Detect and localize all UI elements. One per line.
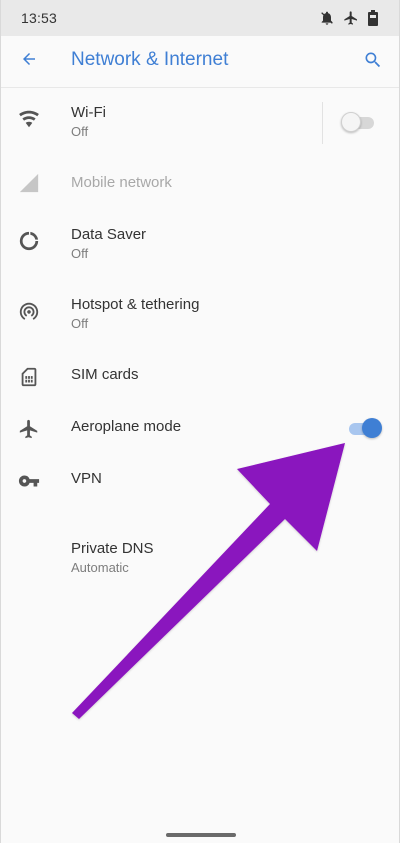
mobile-network-text: Mobile network	[71, 174, 172, 192]
status-icons	[319, 9, 379, 27]
wifi-title: Wi-Fi	[71, 104, 106, 121]
setting-row-private-dns[interactable]: Private DNS Automatic	[1, 524, 399, 594]
data-saver-text: Data Saver Off	[71, 226, 146, 262]
hotspot-icon	[1, 280, 57, 322]
cellular-signal-icon	[1, 158, 57, 194]
mobile-network-title: Mobile network	[71, 174, 172, 191]
airplane-icon	[1, 402, 57, 440]
aeroplane-mode-text: Aeroplane mode	[71, 418, 181, 436]
data-saver-title: Data Saver	[71, 226, 147, 243]
private-dns-title: Private DNS	[71, 540, 154, 557]
status-time: 13:53	[21, 10, 58, 26]
private-dns-subtitle: Automatic	[71, 560, 129, 575]
data-saver-icon	[1, 210, 57, 252]
setting-row-sim-cards[interactable]: SIM cards	[1, 350, 399, 402]
airplane-icon	[343, 10, 359, 26]
hotspot-text: Hotspot & tethering Off	[71, 296, 199, 332]
aeroplane-toggle-thumb	[362, 418, 382, 438]
search-button[interactable]	[357, 46, 389, 78]
wifi-toggle[interactable]	[341, 112, 377, 132]
setting-row-aeroplane-mode[interactable]: Aeroplane mode	[1, 402, 399, 454]
bell-off-icon	[319, 10, 335, 26]
hotspot-subtitle: Off	[71, 316, 89, 331]
aeroplane-mode-toggle[interactable]	[346, 418, 382, 438]
setting-row-mobile-network[interactable]: Mobile network	[1, 158, 399, 210]
app-bar: Network & Internet	[1, 36, 399, 88]
back-button[interactable]	[1, 36, 57, 88]
hotspot-title: Hotspot & tethering	[71, 296, 200, 313]
setting-row-wifi[interactable]: Wi-Fi Off	[1, 88, 399, 158]
setting-row-vpn[interactable]: VPN	[1, 454, 399, 506]
page-title: Network & Internet	[71, 49, 229, 70]
setting-row-data-saver[interactable]: Data Saver Off	[1, 210, 399, 280]
sim-cards-text: SIM cards	[71, 366, 139, 384]
battery-icon	[367, 9, 379, 27]
gesture-pill[interactable]	[166, 833, 236, 837]
search-icon	[363, 50, 383, 75]
private-dns-text: Private DNS Automatic	[71, 540, 154, 576]
setting-row-hotspot[interactable]: Hotspot & tethering Off	[1, 280, 399, 350]
data-saver-subtitle: Off	[71, 246, 89, 261]
sim-card-icon	[1, 350, 57, 388]
back-arrow-icon	[20, 50, 38, 73]
wifi-toggle-thumb	[341, 112, 361, 132]
vpn-text: VPN	[71, 470, 102, 488]
settings-screen: 13:53 Network & Internet Wi-Fi Off Mobil…	[0, 0, 400, 843]
wifi-subtitle: Off	[71, 124, 89, 139]
vpn-title: VPN	[71, 470, 102, 487]
settings-list: Wi-Fi Off Mobile network Data Saver Off …	[1, 88, 399, 594]
wifi-icon	[1, 88, 57, 130]
status-bar: 13:53	[1, 0, 399, 36]
aeroplane-mode-title: Aeroplane mode	[71, 418, 182, 435]
wifi-text: Wi-Fi Off	[71, 104, 106, 140]
vpn-key-icon	[1, 454, 57, 492]
sim-cards-title: SIM cards	[71, 366, 139, 383]
wifi-divider	[322, 102, 323, 144]
